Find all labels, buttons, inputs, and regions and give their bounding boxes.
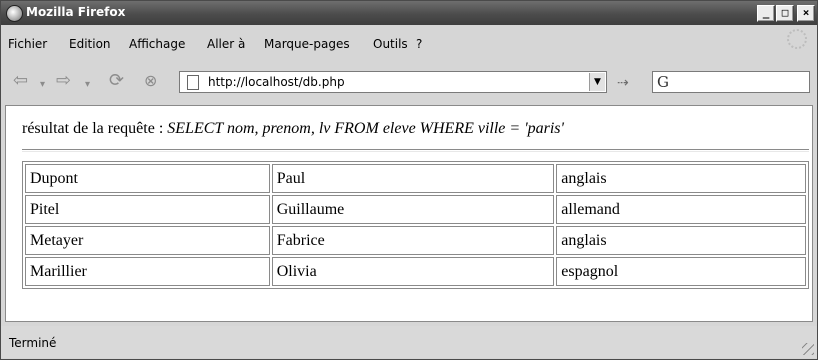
google-icon[interactable]: G (657, 73, 669, 91)
url-text[interactable]: http://localhost/db.php (208, 75, 345, 89)
menu-aller-a[interactable]: Aller à (207, 37, 245, 51)
cell-lv: anglais (556, 164, 806, 193)
query-line: résultat de la requête : SELECT nom, pre… (22, 120, 564, 138)
cell-prenom: Fabrice (271, 226, 555, 255)
page-content: résultat de la requête : SELECT nom, pre… (5, 105, 813, 322)
cell-nom: Marillier (25, 257, 270, 286)
menu-bar: Fichier Edition Affichage Aller à Marque… (1, 37, 817, 61)
table-row: Pitel Guillaume allemand (25, 195, 806, 224)
cell-prenom: Guillaume (271, 195, 555, 224)
cell-lv: espagnol (556, 257, 806, 286)
status-text: Terminé (9, 336, 57, 350)
url-dropdown-button[interactable]: ▼ (589, 73, 605, 91)
throbber-icon (787, 29, 807, 49)
cell-lv: allemand (556, 195, 806, 224)
search-bar[interactable]: G (652, 71, 810, 93)
firefox-icon (6, 5, 23, 22)
resize-grip-icon[interactable] (802, 343, 814, 355)
cell-nom: Pitel (25, 195, 270, 224)
back-dropdown-icon[interactable]: ▾ (40, 77, 45, 93)
menu-fichier[interactable]: Fichier (8, 37, 47, 51)
forward-dropdown-icon[interactable]: ▾ (85, 77, 90, 93)
close-button[interactable]: × (797, 5, 815, 22)
result-table: Dupont Paul anglais Pitel Guillaume alle… (22, 161, 809, 289)
title-bar: Mozilla Firefox _ □ × (1, 1, 817, 25)
window-title: Mozilla Firefox (26, 5, 126, 19)
menu-edition[interactable]: Edition (69, 37, 111, 51)
cell-nom: Metayer (25, 226, 270, 255)
menu-marque-pages[interactable]: Marque-pages (264, 37, 350, 51)
status-bar: Terminé (1, 326, 817, 358)
reload-icon[interactable]: ⟳ (109, 72, 124, 90)
stop-icon[interactable]: ⊗ (144, 73, 157, 89)
maximize-button[interactable]: □ (776, 5, 794, 22)
menu-outils[interactable]: Outils (373, 37, 408, 51)
go-icon[interactable]: ⇢ (617, 75, 629, 91)
forward-icon[interactable]: ⇨ (56, 72, 71, 90)
table-row: Metayer Fabrice anglais (25, 226, 806, 255)
navigation-toolbar: ⇦ ▾ ⇨ ▾ ⟳ ⊗ http://localhost/db.php ▼ ⇢ … (1, 65, 817, 99)
table-row: Dupont Paul anglais (25, 164, 806, 193)
cell-lv: anglais (556, 226, 806, 255)
horizontal-rule (22, 149, 809, 152)
cell-prenom: Olivia (271, 257, 555, 286)
query-label: résultat de la requête : (22, 120, 168, 137)
cell-prenom: Paul (271, 164, 555, 193)
cell-nom: Dupont (25, 164, 270, 193)
table-row: Marillier Olivia espagnol (25, 257, 806, 286)
page-icon (187, 75, 199, 90)
menu-help[interactable]: ? (416, 37, 422, 51)
query-text: SELECT nom, prenom, lv FROM eleve WHERE … (167, 120, 564, 137)
menu-affichage[interactable]: Affichage (129, 37, 185, 51)
browser-window: Mozilla Firefox _ □ × Fichier Edition Af… (0, 0, 818, 360)
minimize-button[interactable]: _ (757, 5, 775, 22)
back-icon[interactable]: ⇦ (13, 72, 28, 90)
url-bar[interactable]: http://localhost/db.php ▼ (179, 71, 607, 93)
